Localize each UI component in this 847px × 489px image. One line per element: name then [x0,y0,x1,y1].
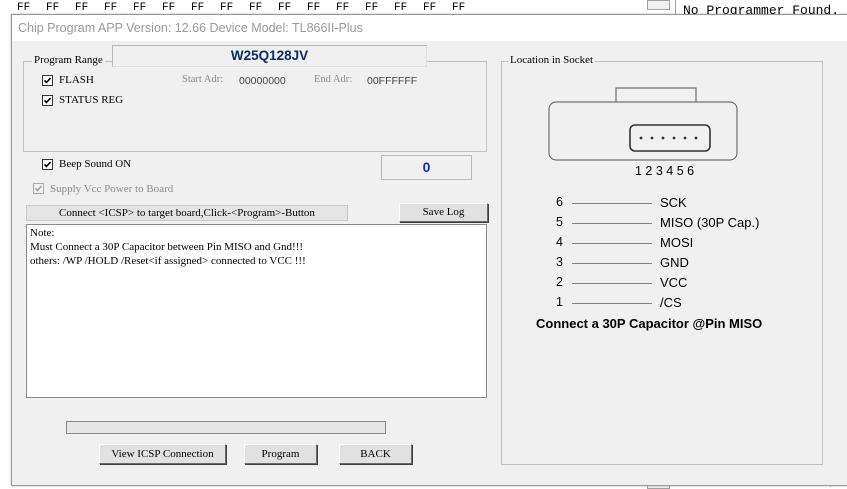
hex-byte: FF [220,2,234,14]
capacitor-note: Connect a 30P Capacitor @Pin MISO [536,316,763,331]
pin-connector-line [572,203,652,204]
pin-name: MISO (30P Cap.) [660,215,760,230]
view-icsp-connection-button[interactable]: View ICSP Connection [99,444,226,464]
start-adr-value: 00000000 [239,75,286,87]
hex-byte: FF [307,2,321,14]
program-button[interactable]: Program [244,444,317,464]
log-line: others: /WP /HOLD /Reset<if assigned> co… [30,255,306,267]
checkmark-icon [43,161,52,168]
location-in-socket-label: Location in Socket [508,54,596,66]
pin-number: 3 [556,255,563,269]
icsp-connector-icon [548,87,738,161]
pin-row: 1/CS [552,295,812,313]
save-log-button[interactable]: Save Log [399,203,488,222]
hex-byte: FF [46,2,60,14]
pin-number: 6 [556,195,563,209]
supply-vcc-checkbox[interactable] [33,183,44,194]
pin-name: /CS [660,295,682,310]
pin-number: 5 [556,215,563,229]
pin-name: SCK [660,195,687,210]
socket-pin-numbers: 1 2 3 4 5 6 [635,164,695,178]
title-bar[interactable]: Chip Program APP Version: 12.66 Device M… [12,15,847,41]
status-reg-checkbox[interactable] [42,95,53,106]
log-memo[interactable]: Note: Must Connect a 30P Capacitor betwee… [26,224,487,398]
pin-row: 3 GND [552,255,812,273]
pin-number: 4 [556,235,563,249]
program-range-label: Program Range [32,54,105,66]
pin-connector-line [572,303,652,304]
hex-byte: FF [336,2,350,14]
beep-checkbox[interactable] [42,159,53,170]
pin-number: 1 [556,295,563,309]
hex-byte: FF [278,2,292,14]
program-counter: 0 [381,155,472,180]
scrollbar-top-stub[interactable] [647,0,670,10]
hex-byte: FF [17,2,31,14]
pin-row: 5 MISO (30P Cap.) [552,215,812,233]
chip-program-dialog: Chip Program APP Version: 12.66 Device M… [11,14,847,486]
hex-byte: FF [365,2,379,14]
hex-byte: FF [394,2,408,14]
progress-bar [66,421,386,434]
checkmark-icon [43,97,52,104]
hex-byte: FF [191,2,205,14]
checkmark-icon [34,185,43,192]
hex-byte: FF [423,2,437,14]
flash-checkbox[interactable] [42,75,53,86]
hex-byte: FF [133,2,147,14]
end-adr-value: 00FFFFFF [367,75,418,87]
pin-connector-line [572,263,652,264]
pin-name: GND [660,255,689,270]
flash-label: FLASH [59,74,94,86]
back-button[interactable]: BACK [339,444,412,464]
status-message: Connect <ICSP> to target board,Click-<Pr… [26,205,348,221]
pin-connector-line [572,283,652,284]
hex-byte: FF [162,2,176,14]
checkmark-icon [43,77,52,84]
status-reg-label: STATUS REG [59,94,124,106]
log-line: Must Connect a 30P Capacitor between Pin… [30,241,304,253]
pin-row: 6 SCK [552,195,812,213]
window-title: Chip Program APP Version: 12.66 Device M… [18,21,363,35]
hex-byte: FF [75,2,89,14]
pin-connector-line [572,243,652,244]
start-adr-label: Start Adr: [182,74,224,85]
supply-vcc-label: Supply Vcc Power to Board [50,183,174,195]
hex-byte: FF [452,2,466,14]
hex-byte: FF [249,2,263,14]
pin-connector-line [572,223,652,224]
pin-name: MOSI [660,235,694,250]
pin-row: 2 VCC [552,275,812,293]
device-name: W25Q128JV [112,45,427,67]
log-line: Note: [30,227,55,239]
pin-name: VCC [660,275,688,290]
hex-byte: FF [104,2,118,14]
pin-number: 2 [556,275,563,289]
beep-label: Beep Sound ON [59,158,132,170]
pin-row: 4 MOSI [552,235,812,253]
end-adr-label: End Adr: [314,74,353,85]
